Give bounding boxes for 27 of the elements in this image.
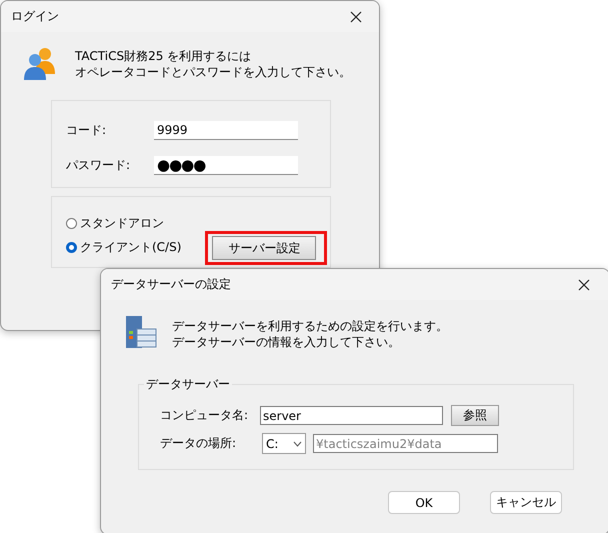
window-title: データサーバーの設定 bbox=[111, 276, 231, 293]
field-label: パスワード: bbox=[66, 156, 132, 174]
close-icon bbox=[350, 10, 362, 22]
code-field[interactable]: 9999 bbox=[154, 120, 298, 140]
field-label: コード: bbox=[66, 122, 108, 138]
message-text: データサーバーの情報を入力して下さい。 bbox=[172, 334, 401, 350]
radio-label: クライアント(C/S) bbox=[80, 238, 182, 256]
cancel-button[interactable]: キャンセル bbox=[490, 491, 562, 514]
field-label: コンピュータ名: bbox=[160, 407, 250, 424]
radio-button[interactable] bbox=[66, 242, 77, 252]
users-icon bbox=[23, 46, 57, 80]
browse-button[interactable]: 参照 bbox=[451, 405, 499, 426]
ok-button[interactable]: OK bbox=[388, 491, 460, 514]
password-field[interactable]: ●●●● bbox=[154, 156, 298, 174]
radio-label: スタンドアロン bbox=[80, 214, 164, 232]
computer-name-field[interactable]: server bbox=[260, 406, 443, 425]
server-settings-button[interactable]: サーバー設定 bbox=[212, 236, 316, 260]
group-title: データサーバー bbox=[144, 377, 232, 391]
message-text: データサーバーを利用するための設定を行います。 bbox=[172, 318, 448, 334]
close-icon bbox=[578, 278, 590, 290]
window-title: ログイン bbox=[11, 8, 59, 25]
chevron-icon bbox=[293, 440, 302, 446]
radio-button[interactable] bbox=[66, 218, 77, 228]
message-text: オペレータコードとパスワードを入力して下さい。 bbox=[75, 64, 351, 80]
server-icon bbox=[125, 316, 157, 348]
message-text: TACTiCS財務25 を利用するには bbox=[75, 48, 252, 64]
field-label: データの場所: bbox=[160, 435, 238, 452]
